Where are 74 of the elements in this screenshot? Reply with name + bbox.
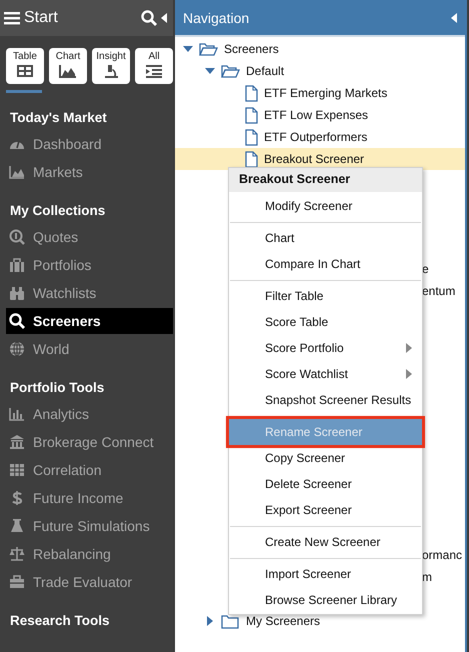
search-icon	[9, 313, 25, 329]
sidebar-item[interactable]: Rebalancing	[0, 540, 173, 568]
tree-item[interactable]: entum	[422, 280, 456, 302]
tree-item[interactable]: ormanc	[422, 544, 462, 566]
menu-item[interactable]: Compare In Chart	[229, 251, 422, 277]
collapsed-arrow-icon[interactable]	[205, 616, 215, 626]
section-heading: Research Tools	[9, 612, 111, 630]
sidebar-item[interactable]: Brokerage Connect	[0, 428, 173, 456]
menu-item[interactable]: Modify Screener	[229, 193, 422, 219]
menu-item[interactable]: Copy Screener	[229, 445, 422, 471]
collapse-arrow-icon[interactable]	[161, 13, 167, 23]
sidebar-item[interactable]: Watchlists	[0, 279, 173, 307]
sidebar-item[interactable]: World	[0, 335, 173, 363]
sidebar-item[interactable]: Correlation	[0, 456, 173, 484]
binoculars-icon	[9, 285, 25, 301]
tree-row-highlight[interactable]: Breakout Screener	[175, 148, 465, 170]
menu-item[interactable]: Score Watchlist	[229, 361, 422, 387]
menu-item[interactable]: Score Table	[229, 309, 422, 335]
bank-icon	[9, 434, 25, 450]
tree-item[interactable]: Default	[246, 64, 284, 78]
open-folder-icon	[199, 42, 218, 56]
section-heading: My Collections	[9, 202, 106, 220]
tree-item[interactable]: ETF Low Expenses	[264, 108, 368, 122]
area-chart-icon	[59, 64, 77, 79]
menu-item[interactable]: Snapshot Screener Results	[229, 387, 422, 413]
sidebar-item[interactable]: Portfolios	[0, 251, 173, 279]
tree-item[interactable]: m	[422, 566, 432, 588]
tree-item[interactable]: ETF Emerging Markets	[264, 86, 388, 100]
microscope-icon	[102, 64, 120, 79]
tree-item[interactable]: My Screeners	[246, 614, 320, 628]
area-chart-icon	[9, 164, 25, 180]
expanded-arrow-icon[interactable]	[205, 66, 215, 76]
expanded-arrow-icon[interactable]	[183, 44, 193, 54]
dollar-icon	[9, 490, 25, 506]
sidebar-item[interactable]: Future Simulations	[0, 512, 173, 540]
panel-title: Navigation	[183, 10, 250, 26]
sidebar-item[interactable]: Quotes	[0, 223, 173, 251]
menu-item[interactable]: Create New Screener	[229, 529, 422, 555]
grid-icon	[9, 462, 25, 478]
menu-item[interactable]: Browse Screener Library	[229, 587, 422, 613]
sidebar-item[interactable]: Markets	[0, 158, 173, 186]
menu-item[interactable]: Delete Screener	[229, 471, 422, 497]
document-icon	[245, 128, 258, 146]
menu-item[interactable]: Chart	[229, 225, 422, 251]
table-icon	[16, 64, 34, 79]
sidebar-item[interactable]: Dashboard	[0, 130, 173, 158]
menu-item[interactable]: Export Screener	[229, 497, 422, 523]
tree-item-label: Breakout Screener	[264, 152, 364, 166]
folder-icon	[221, 614, 240, 628]
sidebar-item[interactable]: Future Income	[0, 484, 173, 512]
list-indent-icon	[145, 64, 163, 79]
sidebar-item[interactable]: Analytics	[0, 400, 173, 428]
menu-icon[interactable]	[4, 11, 20, 25]
section-heading: Today's Market	[9, 109, 108, 127]
scales-icon	[9, 546, 25, 562]
globe-icon	[9, 341, 25, 357]
bar-chart-icon	[9, 406, 25, 422]
collapse-arrow-icon[interactable]	[451, 12, 457, 22]
sidebar-item[interactable]: Screeners	[6, 308, 173, 334]
tree-item[interactable]: ETF Outperformers	[264, 130, 368, 144]
tree-item[interactable]: Screeners	[224, 42, 279, 56]
document-icon	[245, 106, 258, 124]
open-folder-icon	[221, 64, 240, 78]
document-icon	[245, 84, 258, 102]
sidebar-title: Start	[24, 9, 59, 27]
toolbox-icon	[9, 574, 25, 590]
sidebar-item[interactable]: Trade Evaluator	[0, 568, 173, 596]
section-heading: Portfolio Tools	[9, 379, 106, 397]
search-icon[interactable]	[141, 10, 157, 26]
menu-item[interactable]: Score Portfolio	[229, 335, 422, 361]
menu-item[interactable]: Filter Table	[229, 283, 422, 309]
flask-icon	[9, 518, 25, 534]
menu-title: Breakout Screener	[229, 168, 422, 192]
menu-item[interactable]: Import Screener	[229, 561, 422, 587]
